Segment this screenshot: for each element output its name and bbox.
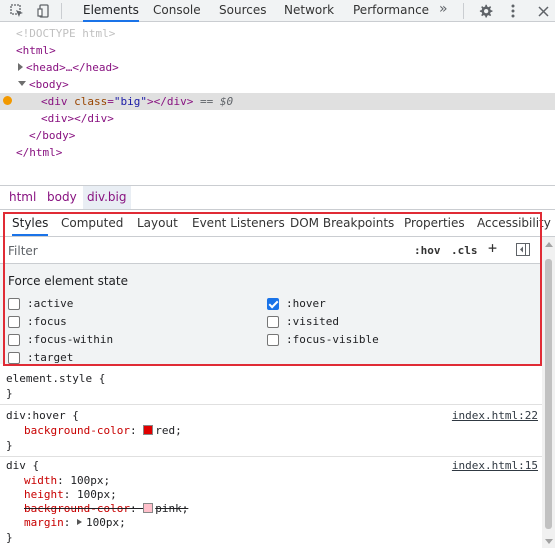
tree-doctype[interactable]: <!DOCTYPE html> <box>16 25 115 42</box>
tree-html-close[interactable]: </html> <box>16 144 62 161</box>
elements-tree: <!DOCTYPE html> <html> <head>…</head> <b… <box>0 23 555 185</box>
property-name: width <box>24 474 58 487</box>
head-tag: <head>…</head> <box>26 61 119 74</box>
property-name: background-color <box>24 502 130 515</box>
property-value: red; <box>155 424 182 437</box>
scrollbar-thumb[interactable] <box>545 259 552 529</box>
tree-div-big-selected[interactable]: <div class="big"></div> == $0 <box>0 93 555 110</box>
body-open-tag: <body> <box>29 78 69 91</box>
toolbar-separator <box>463 3 464 19</box>
colon: : <box>129 424 144 437</box>
div-rule-selector: div { <box>6 459 40 472</box>
tree-body[interactable]: <body> <box>18 76 69 93</box>
div-rule-close: } <box>6 531 13 544</box>
height-declaration[interactable]: height: 100px; <box>24 488 117 502</box>
scroll-up-arrow-icon[interactable] <box>545 242 553 247</box>
tree-body-close[interactable]: </body> <box>29 127 75 144</box>
html-open-tag: <html> <box>16 44 56 57</box>
tree-html[interactable]: <html> <box>16 42 56 59</box>
hover-rule-source-link[interactable]: index.html:22 <box>452 409 538 423</box>
colon: : <box>57 474 71 487</box>
colon: : <box>63 488 77 501</box>
tab-elements[interactable]: Elements <box>83 0 139 22</box>
width-declaration[interactable]: width: 100px; <box>24 474 110 488</box>
property-value: 100px; <box>70 474 111 487</box>
property-name: height <box>24 488 64 501</box>
tab-sources[interactable]: Sources <box>219 0 266 22</box>
style-rules: element.style { } div:hover { index.html… <box>0 366 542 548</box>
dom-marker-dot <box>3 96 12 105</box>
property-value: pink; <box>155 502 189 515</box>
close-icon[interactable] <box>534 2 552 20</box>
rule-div-hover[interactable]: div:hover { index.html:22 background-col… <box>0 405 542 457</box>
rule-div[interactable]: div { index.html:15 width: 100px; height… <box>0 457 542 548</box>
breadcrumb-html[interactable]: html <box>5 186 40 209</box>
doctype-text: <!DOCTYPE html> <box>16 27 116 40</box>
body-close-tag: </body> <box>29 129 76 142</box>
devtools-toolbar: Elements Console Sources Network Perform… <box>0 0 555 22</box>
property-value: 100px; <box>86 516 126 529</box>
html-close-tag: </html> <box>16 146 63 159</box>
red-color-swatch[interactable] <box>143 425 154 435</box>
margin-declaration[interactable]: margin: 100px; <box>24 516 126 530</box>
breadcrumb: html body div.big <box>0 185 555 210</box>
div-close-tag: ></div> <box>147 95 194 108</box>
property-name: background-color <box>24 424 130 437</box>
div-open-tag: <div <box>41 95 75 108</box>
toolbar-separator <box>61 3 62 19</box>
device-toolbar-icon[interactable] <box>35 2 53 20</box>
styles-scrollbar[interactable] <box>542 237 555 548</box>
div-attr-eq: = <box>107 95 114 108</box>
rule-element-style[interactable]: element.style { } <box>0 366 542 405</box>
more-options-icon[interactable] <box>504 2 522 20</box>
div-attr-name: class <box>74 95 108 108</box>
inspect-element-icon[interactable] <box>8 2 26 20</box>
tab-console[interactable]: Console <box>153 0 201 22</box>
colon: : <box>63 516 77 529</box>
collapse-caret-icon[interactable] <box>18 81 26 86</box>
pink-color-swatch[interactable] <box>143 503 154 513</box>
tree-div-2[interactable]: <div></div> <box>41 110 114 127</box>
selected-node-content: <div class="big"></div> == $0 <box>41 93 233 110</box>
breadcrumb-body[interactable]: body <box>43 186 81 209</box>
expand-caret-icon[interactable] <box>18 63 23 71</box>
more-tabs-button[interactable]: » <box>439 0 448 22</box>
hover-rule-close: } <box>6 439 13 452</box>
colon: : <box>129 502 144 515</box>
div-rule-source-link[interactable]: index.html:15 <box>452 459 538 473</box>
settings-gear-icon[interactable] <box>476 2 494 20</box>
div2-tag: <div></div> <box>41 112 114 125</box>
property-value: 100px; <box>77 488 117 501</box>
tree-head[interactable]: <head>…</head> <box>18 59 119 76</box>
tab-network[interactable]: Network <box>284 0 334 22</box>
property-name: margin <box>24 516 64 529</box>
tab-performance[interactable]: Performance <box>353 0 429 22</box>
scroll-down-arrow-icon[interactable] <box>545 539 553 544</box>
dollar-zero-marker: == $0 <box>193 95 234 108</box>
expand-shorthand-icon[interactable] <box>77 519 82 525</box>
hover-rule-declaration[interactable]: background-color: red; <box>24 424 182 438</box>
element-style-close: } <box>6 387 13 400</box>
div-attr-value: "big" <box>113 95 147 108</box>
background-color-overridden-declaration[interactable]: background-color: pink; <box>24 502 188 516</box>
highlight-outline <box>3 212 542 366</box>
breadcrumb-div-big[interactable]: div.big <box>83 186 131 209</box>
element-style-selector: element.style { <box>6 372 106 385</box>
hover-rule-selector: div:hover { <box>6 409 79 422</box>
